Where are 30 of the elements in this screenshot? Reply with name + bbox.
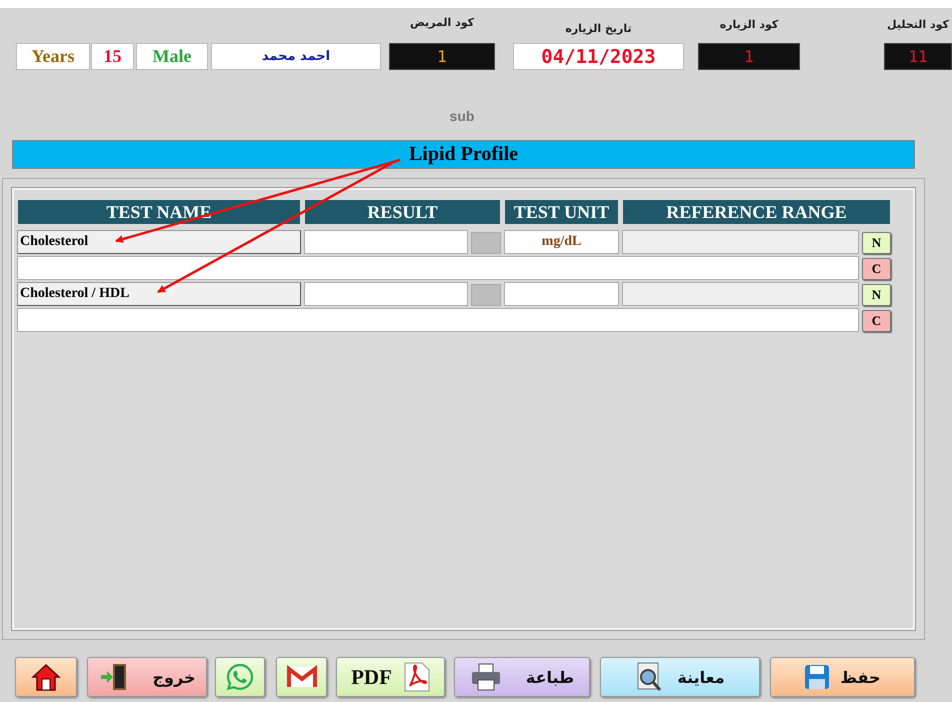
patient-name-field: احمد محمد	[211, 43, 381, 70]
field-label: كود التحليل	[887, 18, 949, 31]
exit-button[interactable]: خروج	[87, 657, 207, 697]
visit-date-field: 04/11/2023	[513, 43, 684, 70]
age-unit-field: Years	[16, 43, 90, 70]
code-display: 1	[698, 43, 800, 70]
age-field: 15	[91, 43, 134, 70]
column-header: TEST NAME	[17, 199, 301, 225]
preview-button[interactable]: معاينة	[600, 657, 760, 697]
code-display: 11	[884, 43, 952, 70]
group-title-bar: Lipid Profile	[12, 140, 915, 169]
print-button[interactable]: طباعة	[454, 657, 590, 697]
column-header: RESULT	[304, 199, 501, 225]
column-header: TEST UNIT	[504, 199, 619, 225]
pdf-button[interactable]: PDF	[336, 657, 445, 697]
test-name-cell: Cholesterol / HDL	[17, 282, 301, 306]
save-button[interactable]: حفظ	[770, 657, 915, 697]
normal-button[interactable]: N	[862, 232, 891, 254]
unit-cell: mg/dL	[504, 230, 619, 254]
gender-field: Male	[136, 43, 208, 70]
field-label: كود الزياره	[720, 18, 778, 31]
sub-label: sub	[450, 108, 474, 124]
field-label: تاريخ الزياره	[565, 22, 632, 35]
field-label: كود المريض	[410, 16, 474, 29]
comment-button[interactable]: C	[862, 310, 891, 332]
test-name-cell: Cholesterol	[17, 230, 301, 254]
comment-button[interactable]: C	[862, 258, 891, 280]
code-display: 1	[389, 43, 495, 70]
normal-button[interactable]: N	[862, 284, 891, 306]
column-header: REFERENCE RANGE	[622, 199, 891, 225]
